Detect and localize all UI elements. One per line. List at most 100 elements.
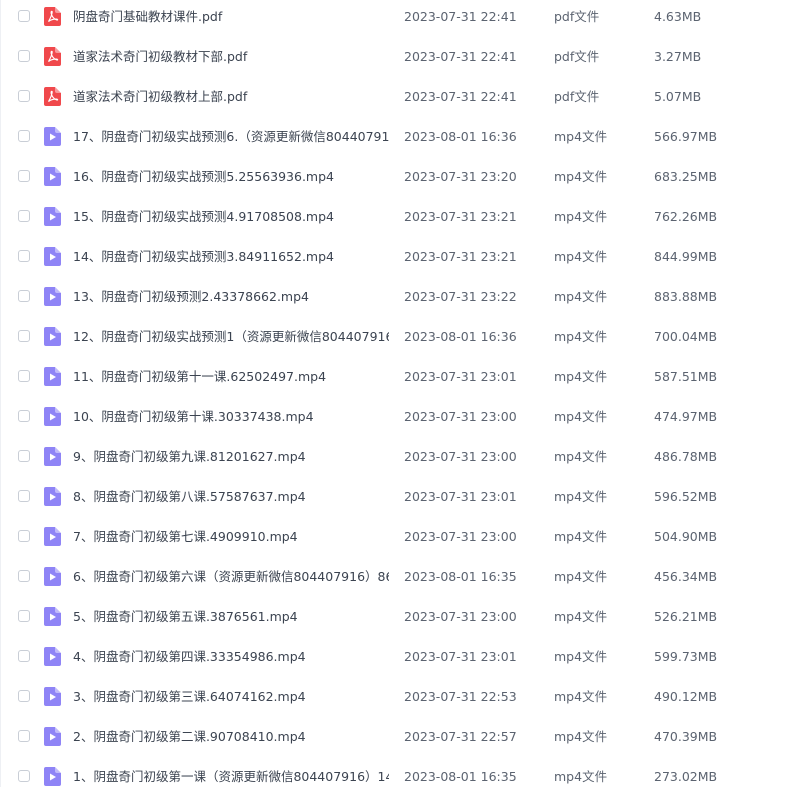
file-row[interactable]: 2、阴盘奇门初级第二课.90708410.mp4 2023-07-31 22:57… [1, 717, 800, 757]
file-name[interactable]: 3、阴盘奇门初级第三课.64074162.mp4 [73, 688, 389, 706]
video-file-icon [44, 207, 61, 226]
file-name[interactable]: 9、阴盘奇门初级第九课.81201627.mp4 [73, 448, 389, 466]
file-name[interactable]: 16、阴盘奇门初级实战预测5.25563936.mp4 [73, 168, 389, 186]
file-row[interactable]: 10、阴盘奇门初级第十课.30337438.mp4 2023-07-31 23:0… [1, 397, 800, 437]
file-name[interactable]: 8、阴盘奇门初级第八课.57587637.mp4 [73, 488, 389, 506]
file-checkbox[interactable] [18, 530, 30, 542]
video-file-icon [44, 647, 61, 666]
file-name[interactable]: 13、阴盘奇门初级预测2.43378662.mp4 [73, 288, 389, 306]
file-checkbox[interactable] [18, 730, 30, 742]
file-size: 762.26MB [654, 209, 718, 224]
file-size: 490.12MB [654, 689, 718, 704]
file-row[interactable]: 8、阴盘奇门初级第八课.57587637.mp4 2023-07-31 23:01… [1, 477, 800, 517]
pdf-file-icon [44, 87, 61, 106]
file-name[interactable]: 17、阴盘奇门初级实战预测6.（资源更新微信804407916... [73, 128, 389, 146]
file-modified-date: 2023-07-31 22:41 [404, 9, 517, 24]
file-modified-date: 2023-07-31 23:01 [404, 649, 517, 664]
file-size: 683.25MB [654, 169, 718, 184]
file-checkbox[interactable] [18, 170, 30, 182]
file-name[interactable]: 2、阴盘奇门初级第二课.90708410.mp4 [73, 728, 389, 746]
file-modified-date: 2023-08-01 16:35 [404, 769, 517, 784]
file-name[interactable]: 7、阴盘奇门初级第七课.4909910.mp4 [73, 528, 389, 546]
file-checkbox[interactable] [18, 450, 30, 462]
file-row[interactable]: 6、阴盘奇门初级第六课（资源更新微信804407916）86... 2023-08… [1, 557, 800, 597]
file-checkbox[interactable] [18, 410, 30, 422]
pdf-file-icon [44, 7, 61, 26]
file-row[interactable]: 9、阴盘奇门初级第九课.81201627.mp4 2023-07-31 23:00… [1, 437, 800, 477]
file-name[interactable]: 11、阴盘奇门初级第十一课.62502497.mp4 [73, 368, 389, 386]
file-checkbox[interactable] [18, 210, 30, 222]
file-type: mp4文件 [554, 769, 608, 784]
file-row[interactable]: 16、阴盘奇门初级实战预测5.25563936.mp4 2023-07-31 23… [1, 157, 800, 197]
file-checkbox[interactable] [18, 130, 30, 142]
file-row[interactable]: 13、阴盘奇门初级预测2.43378662.mp4 2023-07-31 23:2… [1, 277, 800, 317]
file-name[interactable]: 10、阴盘奇门初级第十课.30337438.mp4 [73, 408, 389, 426]
file-type: mp4文件 [554, 289, 608, 304]
file-size: 470.39MB [654, 729, 718, 744]
file-type: mp4文件 [554, 729, 608, 744]
file-name[interactable]: 道家法术奇门初级教材上部.pdf [73, 88, 389, 106]
file-type: mp4文件 [554, 689, 608, 704]
file-checkbox[interactable] [18, 90, 30, 102]
file-checkbox[interactable] [18, 290, 30, 302]
file-modified-date: 2023-07-31 23:22 [404, 289, 517, 304]
file-row[interactable]: 12、阴盘奇门初级实战预测1（资源更新微信804407916... 2023-08… [1, 317, 800, 357]
file-name[interactable]: 5、阴盘奇门初级第五课.3876561.mp4 [73, 608, 389, 626]
file-modified-date: 2023-07-31 22:57 [404, 729, 517, 744]
file-checkbox[interactable] [18, 570, 30, 582]
file-type: mp4文件 [554, 489, 608, 504]
file-row[interactable]: 11、阴盘奇门初级第十一课.62502497.mp4 2023-07-31 23:… [1, 357, 800, 397]
file-type: mp4文件 [554, 369, 608, 384]
file-row[interactable]: 道家法术奇门初级教材下部.pdf 2023-07-31 22:41 pdf文件 3.2… [1, 37, 800, 77]
video-file-icon [44, 407, 61, 426]
file-checkbox[interactable] [18, 10, 30, 22]
file-modified-date: 2023-07-31 23:01 [404, 489, 517, 504]
file-row[interactable]: 3、阴盘奇门初级第三课.64074162.mp4 2023-07-31 22:53… [1, 677, 800, 717]
file-type: pdf文件 [554, 9, 600, 24]
file-row[interactable]: 4、阴盘奇门初级第四课.33354986.mp4 2023-07-31 23:01… [1, 637, 800, 677]
file-type: mp4文件 [554, 129, 608, 144]
file-row[interactable]: 17、阴盘奇门初级实战预测6.（资源更新微信804407916... 2023-0… [1, 117, 800, 157]
file-modified-date: 2023-07-31 23:00 [404, 609, 517, 624]
file-name[interactable]: 道家法术奇门初级教材下部.pdf [73, 48, 389, 66]
file-checkbox[interactable] [18, 370, 30, 382]
file-name[interactable]: 4、阴盘奇门初级第四课.33354986.mp4 [73, 648, 389, 666]
file-row[interactable]: 7、阴盘奇门初级第七课.4909910.mp4 2023-07-31 23:00 m… [1, 517, 800, 557]
video-file-icon [44, 327, 61, 346]
file-checkbox[interactable] [18, 690, 30, 702]
file-checkbox[interactable] [18, 610, 30, 622]
file-checkbox[interactable] [18, 250, 30, 262]
file-name[interactable]: 14、阴盘奇门初级实战预测3.84911652.mp4 [73, 248, 389, 266]
pdf-file-icon [44, 47, 61, 66]
file-size: 504.90MB [654, 529, 718, 544]
file-checkbox[interactable] [18, 650, 30, 662]
file-name[interactable]: 15、阴盘奇门初级实战预测4.91708508.mp4 [73, 208, 389, 226]
file-modified-date: 2023-07-31 23:00 [404, 449, 517, 464]
video-file-icon [44, 567, 61, 586]
file-row[interactable]: 14、阴盘奇门初级实战预测3.84911652.mp4 2023-07-31 23… [1, 237, 800, 277]
file-row[interactable]: 15、阴盘奇门初级实战预测4.91708508.mp4 2023-07-31 23… [1, 197, 800, 237]
file-type: mp4文件 [554, 569, 608, 584]
video-file-icon [44, 687, 61, 706]
file-name[interactable]: 阴盘奇门基础教材课件.pdf [73, 8, 389, 26]
file-row[interactable]: 道家法术奇门初级教材上部.pdf 2023-07-31 22:41 pdf文件 5.0… [1, 77, 800, 117]
file-checkbox[interactable] [18, 490, 30, 502]
file-size: 844.99MB [654, 249, 718, 264]
file-modified-date: 2023-07-31 22:41 [404, 89, 517, 104]
file-size: 599.73MB [654, 649, 718, 664]
file-size: 4.63MB [654, 9, 702, 24]
file-checkbox[interactable] [18, 50, 30, 62]
file-name[interactable]: 1、阴盘奇门初级第一课（资源更新微信804407916）14... [73, 768, 389, 786]
file-name[interactable]: 6、阴盘奇门初级第六课（资源更新微信804407916）86... [73, 568, 389, 586]
file-checkbox[interactable] [18, 770, 30, 782]
file-size: 5.07MB [654, 89, 702, 104]
file-row[interactable]: 1、阴盘奇门初级第一课（资源更新微信804407916）14... 2023-08… [1, 757, 800, 787]
file-size: 883.88MB [654, 289, 718, 304]
file-row[interactable]: 5、阴盘奇门初级第五课.3876561.mp4 2023-07-31 23:00 m… [1, 597, 800, 637]
file-modified-date: 2023-07-31 22:41 [404, 49, 517, 64]
file-size: 456.34MB [654, 569, 718, 584]
file-checkbox[interactable] [18, 330, 30, 342]
file-modified-date: 2023-07-31 22:53 [404, 689, 517, 704]
file-name[interactable]: 12、阴盘奇门初级实战预测1（资源更新微信804407916... [73, 328, 389, 346]
file-row[interactable]: 阴盘奇门基础教材课件.pdf 2023-07-31 22:41 pdf文件 4.63M… [1, 0, 800, 37]
